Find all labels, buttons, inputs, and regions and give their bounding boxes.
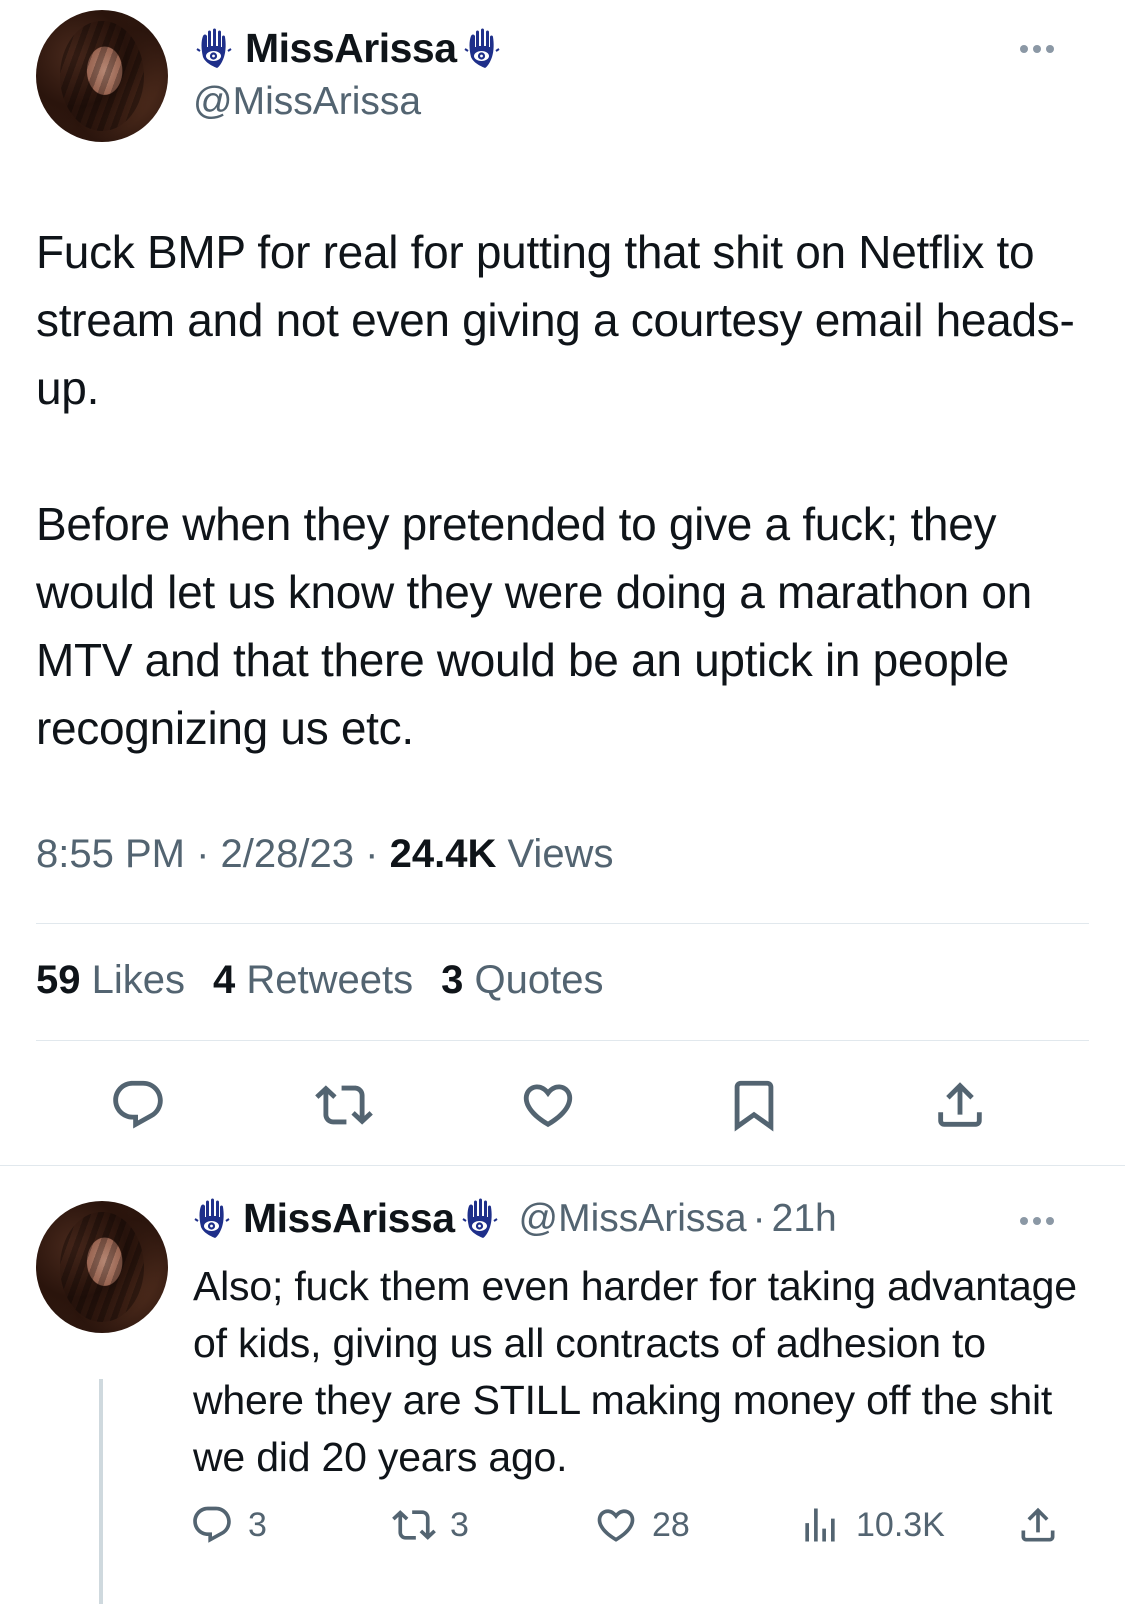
tweet-paragraph: Before when they pretended to give a fuc… [36,498,1032,754]
more-icon[interactable] [1020,45,1054,53]
like-icon [594,1503,638,1547]
bookmark-button[interactable] [724,1075,784,1135]
tweet-date[interactable]: 2/28/23 [221,832,354,876]
tweet-time[interactable]: 8:55 PM [36,832,185,876]
reply-author-row: MissArissa @MissArissa · 21h [193,1195,837,1242]
display-name[interactable]: MissArissa [245,25,457,72]
tweet-meta: 8:55 PM · 2/28/23 · 24.4K Views [36,832,613,877]
meta-separator: · [196,832,210,876]
hamsa-icon [461,1197,505,1241]
retweets-label: Retweets [246,958,414,1002]
divider [0,1165,1125,1166]
divider [36,1040,1089,1041]
reply-button[interactable] [108,1075,168,1135]
reply-action-bar: 3 3 28 10.3K [0,1503,1125,1553]
likes-label: Likes [91,958,186,1002]
likes-stat[interactable]: 59 Likes [36,958,185,1003]
reply-count: 3 [248,1505,267,1544]
retweets-count: 4 [213,958,236,1002]
tweet-paragraph: Fuck BMP for real for putting that shit … [36,226,1075,414]
views-icon [798,1503,842,1547]
reply-icon [190,1503,234,1547]
share-button[interactable] [930,1075,990,1135]
quotes-label: Quotes [474,958,604,1002]
retweet-button[interactable]: 3 [392,1503,469,1547]
avatar[interactable] [36,1201,168,1333]
retweet-icon [315,1076,373,1134]
engagement-stats: 59 Likes 4 Retweets 3 Quotes [36,958,603,1003]
share-icon [931,1076,989,1134]
quotes-stat[interactable]: 3 Quotes [441,958,603,1003]
tweet-age[interactable]: 21h [772,1197,837,1241]
avatar[interactable] [36,10,168,142]
share-icon [1016,1503,1060,1547]
retweets-stat[interactable]: 4 Retweets [213,958,413,1003]
author-handle[interactable]: @MissArissa [519,1197,747,1241]
retweet-icon [392,1503,436,1547]
reply-text: Also; fuck them even harder for taking a… [193,1263,1077,1480]
quotes-count: 3 [441,958,464,1002]
author-handle[interactable]: @MissArissa [193,80,421,124]
meta-separator: · [752,1196,766,1240]
meta-separator: · [365,832,379,876]
more-icon[interactable] [1020,1217,1054,1225]
retweet-button[interactable] [314,1075,374,1135]
like-button[interactable] [518,1075,578,1135]
views-count: 10.3K [856,1505,945,1544]
retweet-count: 3 [450,1505,469,1544]
hamsa-icon [463,27,507,71]
author-name-row[interactable]: MissArissa [195,25,507,72]
reply-button[interactable]: 3 [190,1503,267,1547]
views-button[interactable]: 10.3K [798,1503,945,1547]
display-name[interactable]: MissArissa [243,1195,455,1242]
like-count: 28 [652,1505,690,1544]
reply-icon [109,1076,167,1134]
like-icon [519,1076,577,1134]
tweet-text: Fuck BMP for real for putting that shit … [36,218,1096,762]
like-button[interactable]: 28 [594,1503,690,1547]
divider [36,923,1089,924]
likes-count: 59 [36,958,81,1002]
main-tweet: MissArissa @MissArissa Fuck BMP for real… [0,0,1125,1193]
share-button[interactable] [1016,1503,1060,1547]
hamsa-icon [195,27,239,71]
bookmark-icon [725,1076,783,1134]
thread-line [99,1379,103,1604]
hamsa-icon [193,1197,237,1241]
action-bar [0,1075,1125,1135]
views-label: Views [507,832,614,876]
views-count: 24.4K [389,832,497,876]
